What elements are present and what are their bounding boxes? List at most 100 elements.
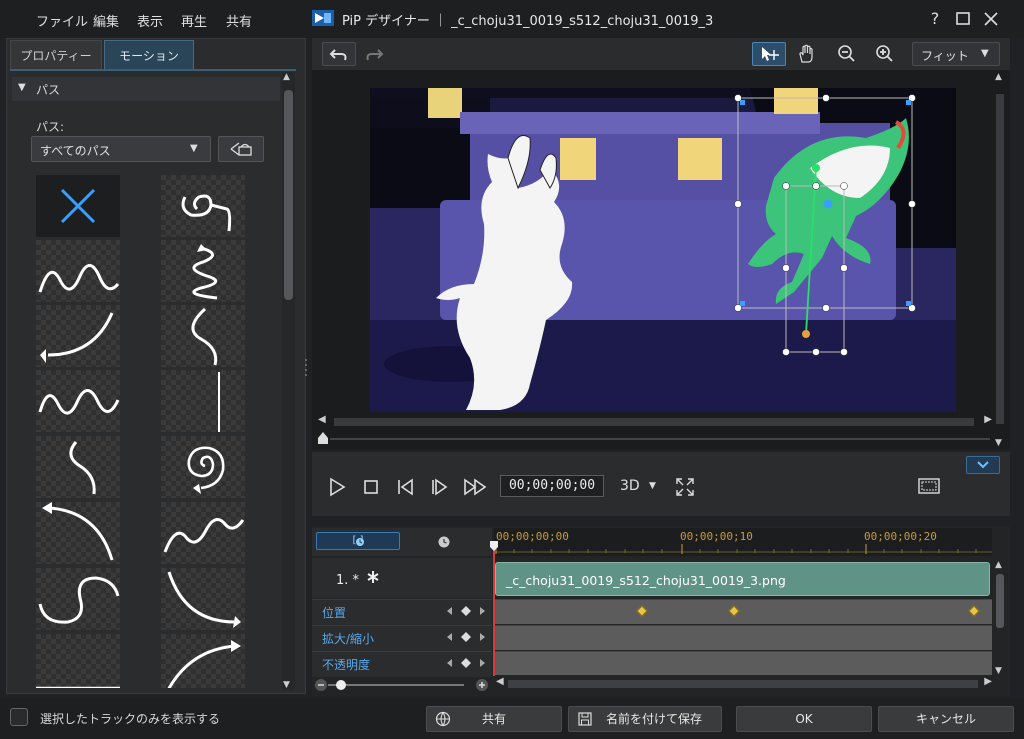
path-thumb-vertical-zigzag[interactable] — [161, 240, 245, 302]
custom-path-button[interactable] — [218, 136, 264, 162]
save-icon — [578, 712, 592, 726]
left-scrollbar[interactable]: ▲ ▼ — [282, 72, 295, 690]
zoom-in-button[interactable] — [874, 44, 900, 64]
scroll-left-icon[interactable]: ◀ — [318, 414, 326, 425]
preview-canvas[interactable] — [370, 88, 956, 412]
menu-view[interactable]: 表示 — [137, 11, 163, 30]
path-thumb-horizontal[interactable] — [36, 634, 120, 688]
path-thumb-curve-down[interactable] — [36, 305, 120, 367]
menu-edit[interactable]: 編集 — [93, 11, 119, 30]
expand-panel-button[interactable] — [966, 456, 1000, 474]
preview-vertical-scrollbar[interactable]: ▲ ▼ — [994, 72, 1006, 448]
show-selected-track-label: 選択したトラックのみを表示する — [40, 712, 221, 726]
scroll-up-icon[interactable]: ▲ — [283, 72, 290, 82]
path-thumb-vertical-line[interactable] — [161, 370, 245, 432]
previous-frame-button[interactable] — [394, 476, 416, 498]
safe-zone-button[interactable] — [916, 476, 942, 496]
v-scroll-thumb[interactable] — [996, 94, 1004, 424]
menu-share[interactable]: 共有 — [226, 11, 252, 30]
time-slider-track[interactable] — [330, 438, 990, 440]
scroll-down-icon[interactable]: ▼ — [283, 680, 290, 690]
ok-button-label: OK — [795, 712, 813, 726]
undo-button[interactable] — [322, 42, 356, 66]
path-thumb-spiral[interactable] — [161, 436, 245, 498]
keyframe-nav-position[interactable] — [446, 604, 488, 618]
scroll-down-icon[interactable]: ▼ — [995, 438, 1002, 448]
menu-file[interactable]: ファイル — [36, 11, 88, 30]
path-spiral-icon — [187, 446, 225, 494]
cancel-button[interactable]: キャンセル — [878, 706, 1014, 732]
preview-horizontal-scrollbar[interactable]: ◀ ▶ — [318, 414, 992, 428]
path-vertical-icon — [218, 372, 220, 432]
close-button[interactable] — [980, 8, 1002, 30]
path-thumb-none[interactable] — [36, 175, 120, 237]
keyframe-lane-opacity[interactable] — [494, 651, 992, 675]
scroll-right-icon[interactable]: ▶ — [984, 414, 992, 425]
ok-button[interactable]: OK — [736, 706, 872, 732]
playback-controls — [312, 452, 1010, 516]
show-selected-track-checkbox[interactable] — [10, 708, 28, 726]
timeline-vertical-scrollbar[interactable]: ▲ ▼ — [994, 560, 1006, 676]
next-frame-button[interactable] — [428, 476, 450, 498]
3d-mode-label[interactable]: 3D — [620, 478, 640, 494]
no-path-icon — [60, 188, 96, 224]
keyframe-nav-scale[interactable] — [446, 630, 488, 644]
scroll-up-icon[interactable]: ▲ — [995, 560, 1002, 570]
timeline-splitter[interactable] — [652, 519, 672, 529]
zoom-fit-select[interactable]: フィット ▼ — [912, 42, 1000, 66]
path-thumb-small-s[interactable] — [36, 436, 120, 498]
keyframe-nav-opacity[interactable] — [446, 656, 488, 670]
stop-button[interactable] — [360, 476, 382, 498]
save-as-button[interactable]: 名前を付けて保存 — [568, 706, 722, 732]
timeline-zoom-slider[interactable] — [314, 678, 490, 692]
path-thumb-wave-wide[interactable] — [36, 240, 120, 302]
path-horizontal-icon — [36, 686, 120, 688]
view-clock-icon — [355, 536, 365, 546]
path-thumb-curve-right[interactable] — [161, 568, 245, 630]
keyframe-lane-scale[interactable] — [494, 625, 992, 650]
timeline-horizontal-scrollbar[interactable]: ◀ ▶ — [496, 676, 992, 690]
menu-playback[interactable]: 再生 — [181, 11, 207, 30]
zoom-slider-icon — [315, 679, 488, 691]
chevron-down-icon[interactable]: ▼ — [649, 481, 656, 491]
scroll-left-icon[interactable]: ◀ — [496, 676, 504, 687]
path-thumb-arc-left[interactable] — [36, 502, 120, 564]
path-thumb-arc-up[interactable] — [161, 634, 245, 688]
fullscreen-button[interactable] — [674, 476, 696, 498]
path-thumb-s-curve[interactable] — [161, 305, 245, 367]
playhead-handle[interactable] — [490, 540, 498, 551]
help-button[interactable]: ? — [924, 8, 946, 30]
keyframe-label-position: 位置 — [322, 606, 347, 620]
path-thumb-loop[interactable] — [36, 568, 120, 630]
path-curve-right-icon — [167, 571, 241, 628]
panel-splitter[interactable] — [304, 356, 308, 378]
collapse-triangle-icon[interactable]: ▼ — [18, 82, 26, 93]
tab-motion[interactable]: モーション — [104, 40, 194, 70]
scroll-right-icon[interactable]: ▶ — [984, 676, 992, 687]
splitter-grip-icon — [305, 359, 307, 376]
scroll-down-icon[interactable]: ▼ — [995, 666, 1002, 676]
h-scroll-thumb[interactable] — [334, 418, 974, 426]
move-tool-button[interactable] — [752, 42, 786, 66]
left-scroll-thumb[interactable] — [284, 90, 293, 300]
fast-forward-button[interactable] — [462, 476, 490, 498]
zoom-out-button[interactable] — [836, 44, 862, 64]
redo-button[interactable] — [364, 44, 388, 64]
time-slider-handle[interactable] — [318, 432, 328, 444]
maximize-button[interactable] — [952, 8, 974, 30]
timeline-v-thumb[interactable] — [996, 574, 1004, 628]
scroll-up-icon[interactable]: ▲ — [995, 72, 1002, 82]
tab-properties[interactable]: プロパティー — [10, 40, 102, 70]
hand-tool-button[interactable] — [796, 44, 822, 64]
chevron-down-icon: ▼ — [981, 48, 989, 59]
timecode-display[interactable]: 00;00;00;00 — [500, 475, 604, 497]
share-button[interactable]: 共有 — [426, 706, 562, 732]
timeline-clock-button[interactable] — [437, 535, 451, 549]
timeline-h-thumb[interactable] — [508, 680, 978, 688]
path-thumb-wave-tight[interactable] — [36, 370, 120, 432]
playhead[interactable] — [493, 542, 495, 676]
play-button[interactable] — [326, 476, 348, 498]
keyframe-lane-position[interactable] — [494, 599, 992, 624]
path-thumb-wave-diagonal[interactable] — [161, 502, 245, 564]
path-thumb-spiral-exit[interactable] — [161, 175, 245, 237]
